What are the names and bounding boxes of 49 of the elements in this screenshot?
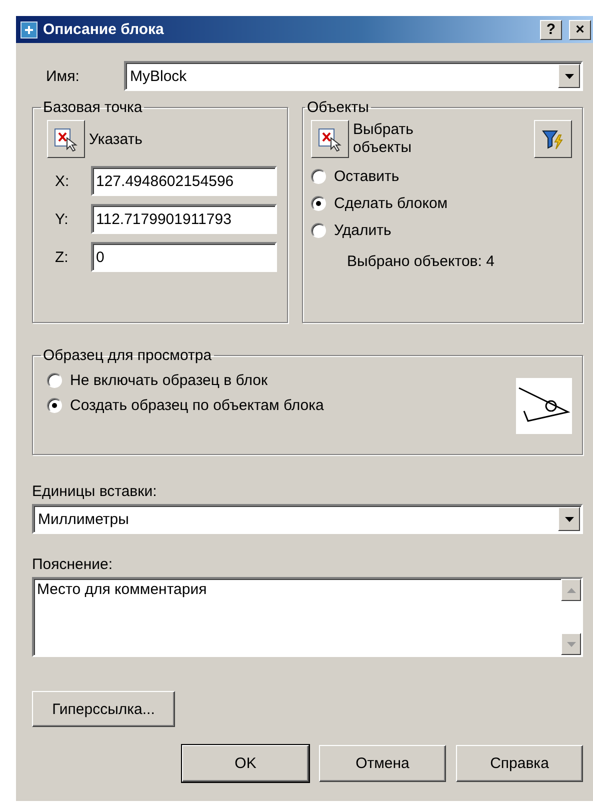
down-arrow-icon (566, 642, 576, 646)
select-label[interactable]: Выбрать объекты (353, 121, 433, 157)
group-title: Объекты (306, 99, 370, 116)
description-field[interactable]: Место для комментария (32, 577, 583, 657)
caret-icon (564, 74, 574, 78)
radio-label: Сделать блоком (334, 195, 448, 212)
radio-button[interactable] (47, 398, 62, 413)
dropdown-button[interactable] (558, 507, 580, 531)
block-icon (20, 20, 38, 38)
radio-button[interactable] (311, 196, 326, 211)
name-label: Имя: (45, 68, 80, 84)
help-button[interactable]: ? (540, 20, 562, 40)
coordinate-field[interactable]: 127.4948602154596 (91, 166, 277, 196)
radio-label: Не включать образец в блок (70, 372, 268, 389)
units-label: Единицы вставки: (32, 483, 158, 500)
pick-icon (53, 126, 79, 152)
dialog-button[interactable]: Справка (456, 745, 583, 782)
radio-label: Оставить (334, 168, 400, 185)
caret-icon (564, 516, 574, 522)
coordinate-field[interactable]: 0 (91, 242, 277, 272)
close-button[interactable]: × (569, 20, 591, 40)
dialog-button[interactable]: Отмена (319, 745, 446, 782)
coordinate-field[interactable]: 112.7179901911793 (91, 204, 277, 234)
select-objects-button[interactable] (311, 120, 349, 158)
radio-button[interactable] (311, 169, 326, 184)
name-combo[interactable]: MyBlock (124, 61, 583, 91)
scroll-down-button[interactable] (561, 633, 581, 655)
group-title: Образец для просмотра (42, 347, 213, 364)
up-arrow-icon (566, 588, 576, 592)
scroll-up-button[interactable] (561, 579, 581, 601)
group-title: Базовая точка (42, 99, 144, 116)
coordinate-label: Y: (54, 210, 70, 228)
pick-label[interactable]: Указать (89, 130, 142, 148)
units-dropdown[interactable]: Миллиметры (32, 504, 583, 534)
selected-count: Выбрано объектов: 4 (347, 253, 496, 270)
radio-label: Удалить (334, 222, 392, 239)
description-label: Пояснение: (32, 556, 114, 573)
hyperlink-button[interactable]: Гиперссылка... (32, 691, 175, 727)
radio-button[interactable] (47, 373, 62, 388)
dialog-button[interactable]: OK (182, 745, 309, 782)
pick-point-button[interactable] (47, 120, 85, 158)
radio-label: Создать образец по объектам блока (70, 397, 324, 414)
quick-select-button[interactable] (534, 120, 572, 158)
radio-button[interactable] (311, 223, 326, 238)
select-icon (317, 126, 343, 152)
dropdown-button[interactable] (558, 64, 580, 88)
coordinate-label: Z: (54, 248, 70, 266)
window-title: Описание блока (43, 21, 165, 38)
coordinate-label: X: (54, 172, 70, 190)
